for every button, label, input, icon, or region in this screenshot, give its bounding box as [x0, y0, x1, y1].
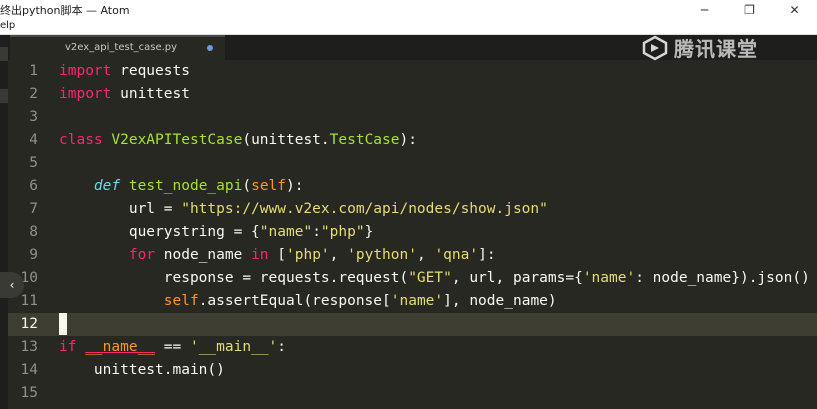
code-line[interactable]: 1 import requests	[8, 60, 817, 83]
code-line[interactable]: 3	[8, 106, 817, 129]
line-code: self.assertEqual(response['name'], node_…	[163, 293, 557, 309]
line-code: import unittest	[59, 86, 190, 102]
tab-v2ex-api-test-case[interactable]: v2ex_api_test_case.py	[10, 35, 225, 60]
tree-view-marker	[0, 47, 8, 61]
line-code: url = "https://www.v2ex.com/api/nodes/sh…	[59, 201, 548, 217]
line-number: 8	[29, 224, 38, 240]
code-line[interactable]: 14 unittest.main()	[8, 359, 817, 382]
minimize-button[interactable]: ─	[682, 0, 727, 20]
line-code: def test_node_api(self):	[93, 178, 304, 194]
line-number: 3	[29, 109, 38, 125]
code-line[interactable]: 4 class V2exAPITestCase(unittest.TestCase…	[8, 129, 817, 152]
tab-label: v2ex_api_test_case.py	[65, 42, 178, 53]
line-number: 15	[20, 385, 38, 401]
code-line[interactable]: 12	[8, 313, 817, 336]
code-editor[interactable]: 1 import requests 2 import unittest 3 4 class …	[8, 60, 817, 409]
minimize-icon: ─	[700, 3, 709, 17]
line-number: 7	[29, 201, 38, 217]
line-number: 5	[29, 155, 38, 171]
chevron-left-icon: ‹	[9, 278, 15, 292]
line-number: 12	[20, 316, 38, 332]
code-line[interactable]: 13 if __name__ == '__main__':	[8, 336, 817, 359]
line-code: class V2exAPITestCase(unittest.TestCase)…	[59, 132, 417, 148]
code-line[interactable]: 2 import unittest	[8, 83, 817, 106]
code-line[interactable]: 10 response = requests.request("GET", ur…	[8, 267, 817, 290]
line-number: 9	[29, 247, 38, 263]
line-code	[59, 313, 67, 336]
line-code: for node_name in ['php', 'python', 'qna'…	[128, 247, 496, 263]
line-number: 1	[29, 63, 38, 79]
line-number: 4	[29, 132, 38, 148]
text-cursor	[59, 313, 67, 335]
watermark-text: 腾讯课堂	[674, 37, 758, 61]
tencent-classroom-logo-icon	[642, 35, 668, 60]
line-code: response = requests.request("GET", url, …	[59, 270, 810, 286]
line-code: unittest.main()	[59, 362, 225, 378]
tencent-classroom-watermark: 腾讯课堂	[642, 33, 758, 62]
code-line[interactable]: 7 url = "https://www.v2ex.com/api/nodes/…	[8, 198, 817, 221]
line-code: import requests	[59, 63, 190, 79]
close-icon: ✕	[789, 3, 800, 17]
tree-view-marker	[0, 89, 8, 103]
line-code: if __name__ == '__main__':	[59, 339, 287, 355]
menu-item-help[interactable]: elp	[0, 20, 15, 31]
line-number: 14	[20, 362, 38, 378]
code-line[interactable]: 5	[8, 152, 817, 175]
code-line[interactable]: 6 def test_node_api(self):	[8, 175, 817, 198]
code-line[interactable]: 8 querystring = {"name":"php"}	[8, 221, 817, 244]
line-number: 2	[29, 86, 38, 102]
code-line[interactable]: 15	[8, 382, 817, 405]
window-controls: ─ ❐ ✕	[682, 0, 817, 20]
line-number: 13	[20, 339, 38, 355]
window-title: 终出python脚本 — Atom	[0, 4, 130, 17]
title-bar: 终出python脚本 — Atom ─ ❐ ✕	[0, 0, 817, 20]
tree-view-edge	[0, 35, 8, 409]
line-code: querystring = {"name":"php"}	[59, 224, 374, 240]
code-line[interactable]: 9 for node_name in ['php', 'python', 'qn…	[8, 244, 817, 267]
line-number: 6	[29, 178, 38, 194]
maximize-button[interactable]: ❐	[727, 0, 772, 20]
close-button[interactable]: ✕	[772, 0, 817, 20]
maximize-icon: ❐	[744, 3, 755, 17]
modified-indicator-icon[interactable]	[207, 45, 213, 51]
code-line[interactable]: 11 self.assertEqual(response['name'], no…	[8, 290, 817, 313]
